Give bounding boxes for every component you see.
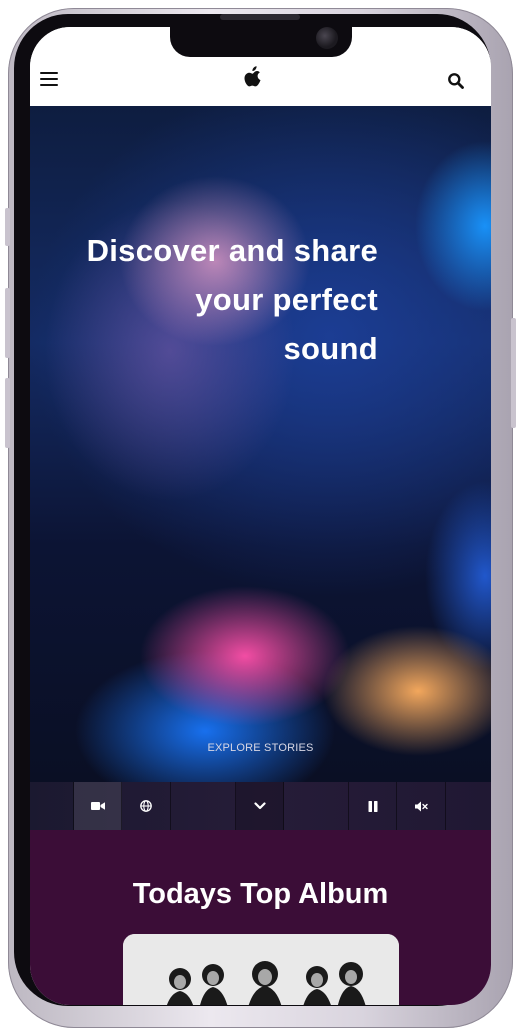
video-camera-icon	[90, 802, 105, 810]
control-spacer	[171, 782, 236, 830]
pause-button[interactable]	[349, 782, 397, 830]
volume-up-button	[5, 288, 10, 358]
pause-icon	[368, 800, 377, 812]
speaker-grille	[220, 14, 300, 20]
media-control-bar	[30, 782, 491, 830]
section-title: Todays Top Album	[132, 878, 389, 910]
control-spacer-right	[446, 782, 491, 830]
explore-stories-link[interactable]: EXPLORE STORIES	[30, 742, 491, 754]
album-cover-card[interactable]	[123, 934, 399, 1005]
top-album-section: Todays Top Album	[30, 830, 491, 1005]
front-camera	[316, 27, 338, 49]
video-camera-button[interactable]	[74, 782, 122, 830]
chevron-down-icon	[253, 802, 266, 810]
headline-line-3: sound	[283, 331, 378, 366]
apple-logo-icon[interactable]	[243, 65, 265, 91]
volume-down-button	[5, 378, 10, 448]
headline-line-2: your perfect	[195, 282, 378, 317]
hero-banner: Discover and share your perfect sound EX…	[30, 106, 491, 782]
search-icon[interactable]	[447, 72, 465, 90]
hamburger-icon[interactable]	[40, 71, 60, 87]
screen: Discover and share your perfect sound EX…	[30, 27, 491, 1005]
scroll-down-button[interactable]	[236, 782, 284, 830]
globe-button[interactable]	[122, 782, 171, 830]
album-cover-image	[123, 934, 399, 1005]
mute-icon	[414, 801, 428, 811]
mute-button[interactable]	[397, 782, 446, 830]
control-spacer	[284, 782, 349, 830]
mute-switch	[5, 208, 10, 246]
power-button	[511, 318, 516, 428]
control-spacer-left	[30, 782, 74, 830]
globe-icon	[140, 800, 152, 812]
hero-headline: Discover and share your perfect sound	[58, 226, 378, 373]
headline-line-1: Discover and share	[86, 233, 378, 268]
